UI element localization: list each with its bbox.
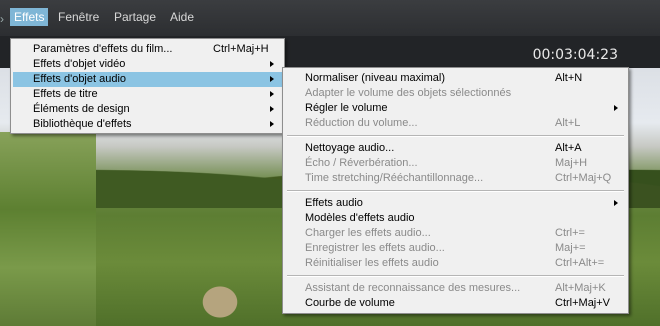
menu-item-elements-design[interactable]: Éléments de design bbox=[13, 102, 282, 117]
menu-item-effets-titre[interactable]: Effets de titre bbox=[13, 87, 282, 102]
menu-item-effets-audio[interactable]: Effets audio bbox=[285, 196, 626, 211]
menu-item-label: Régler le volume bbox=[305, 102, 388, 114]
menu-item-parametres-effets[interactable]: Paramètres d'effets du film... Ctrl+Maj+… bbox=[13, 42, 282, 57]
submenu-arrow-icon bbox=[270, 121, 274, 127]
submenu-arrow-icon bbox=[270, 61, 274, 67]
menu-item-shortcut: Alt+N bbox=[555, 72, 583, 84]
submenu-arrow-icon bbox=[614, 105, 618, 111]
menu-item-shortcut: Alt+L bbox=[555, 117, 581, 129]
menu-item-label: Enregistrer les effets audio... bbox=[305, 242, 445, 254]
menu-item-effets-objet-video[interactable]: Effets d'objet vidéo bbox=[13, 57, 282, 72]
menu-effets[interactable]: Effets bbox=[10, 8, 49, 26]
menu-item-shortcut: Alt+Maj+K bbox=[555, 282, 606, 294]
menu-item-shortcut: Alt+A bbox=[555, 142, 582, 154]
menu-item-shortcut: Ctrl+Maj+Q bbox=[555, 172, 612, 184]
menu-item-bibliotheque-effets[interactable]: Bibliothèque d'effets bbox=[13, 117, 282, 132]
menu-item-reinitialiser-effets[interactable]: Réinitialiser les effets audio Ctrl+Alt+… bbox=[285, 256, 626, 271]
menu-item-label: Modèles d'effets audio bbox=[305, 212, 415, 224]
menu-item-label: Effets d'objet audio bbox=[33, 73, 127, 85]
menu-item-label: Assistant de reconnaissance des mesures.… bbox=[305, 282, 521, 294]
menu-item-reduction-volume[interactable]: Réduction du volume... Alt+L bbox=[285, 116, 626, 131]
audio-effects-submenu: Normaliser (niveau maximal) Alt+N Adapte… bbox=[282, 67, 629, 314]
menu-item-modeles-effets-audio[interactable]: Modèles d'effets audio bbox=[285, 211, 626, 226]
menu-item-charger-effets[interactable]: Charger les effets audio... Ctrl+= bbox=[285, 226, 626, 241]
menu-item-time-stretching[interactable]: Time stretching/Rééchantillonnage... Ctr… bbox=[285, 171, 626, 186]
menu-item-label: Écho / Réverbération... bbox=[305, 157, 418, 169]
menu-item-adapter-volume[interactable]: Adapter le volume des objets sélectionné… bbox=[285, 86, 626, 101]
effets-menu: Paramètres d'effets du film... Ctrl+Maj+… bbox=[10, 38, 285, 134]
menu-item-label: Adapter le volume des objets sélectionné… bbox=[305, 87, 512, 99]
timecode: 00:03:04:23 bbox=[532, 47, 618, 63]
preview-left-panel bbox=[0, 132, 96, 326]
menu-item-label: Réinitialiser les effets audio bbox=[305, 257, 439, 269]
menu-item-label: Effets audio bbox=[305, 197, 363, 209]
menu-separator bbox=[287, 135, 624, 137]
menu-item-shortcut: Ctrl+Maj+V bbox=[555, 297, 611, 309]
menu-item-label: Normaliser (niveau maximal) bbox=[305, 72, 445, 84]
menu-fenetre[interactable]: Fenêtre bbox=[58, 10, 99, 24]
menu-separator bbox=[287, 190, 624, 192]
menu-item-echo-reverberation[interactable]: Écho / Réverbération... Maj+H bbox=[285, 156, 626, 171]
menu-separator bbox=[287, 275, 624, 277]
menu-item-label: Nettoyage audio... bbox=[305, 142, 395, 154]
submenu-arrow-icon bbox=[614, 200, 618, 206]
submenu-arrow-icon bbox=[270, 76, 274, 82]
menu-item-label: Effets de titre bbox=[33, 88, 98, 100]
menu-item-label: Bibliothèque d'effets bbox=[33, 118, 132, 130]
menu-item-label: Paramètres d'effets du film... bbox=[33, 43, 173, 55]
menu-item-nettoyage-audio[interactable]: Nettoyage audio... Alt+A bbox=[285, 141, 626, 156]
menu-item-effets-objet-audio[interactable]: Effets d'objet audio bbox=[13, 72, 282, 87]
menu-item-shortcut: Ctrl+Maj+H bbox=[213, 43, 269, 55]
menu-item-label: Éléments de design bbox=[33, 103, 130, 115]
submenu-arrow-icon bbox=[270, 91, 274, 97]
menu-item-shortcut: Maj+H bbox=[555, 157, 588, 169]
menu-partage[interactable]: Partage bbox=[114, 10, 156, 24]
menu-item-label: Time stretching/Rééchantillonnage... bbox=[305, 172, 484, 184]
menu-item-label: Effets d'objet vidéo bbox=[33, 58, 126, 70]
menu-item-courbe-volume[interactable]: Courbe de volume Ctrl+Maj+V bbox=[285, 296, 626, 311]
menu-item-shortcut: Ctrl+= bbox=[555, 227, 585, 239]
menu-item-shortcut: Ctrl+Alt+= bbox=[555, 257, 605, 269]
menu-item-assistant-mesures[interactable]: Assistant de reconnaissance des mesures.… bbox=[285, 281, 626, 296]
menu-item-label: Charger les effets audio... bbox=[305, 227, 431, 239]
submenu-arrow-icon bbox=[270, 106, 274, 112]
menu-item-shortcut: Maj+= bbox=[555, 242, 586, 254]
menu-aide[interactable]: Aide bbox=[170, 10, 194, 24]
menu-item-enregistrer-effets[interactable]: Enregistrer les effets audio... Maj+= bbox=[285, 241, 626, 256]
menu-bar-fade: › bbox=[0, 12, 4, 26]
menu-item-normaliser[interactable]: Normaliser (niveau maximal) Alt+N bbox=[285, 71, 626, 86]
menu-item-label: Courbe de volume bbox=[305, 297, 395, 309]
menu-item-label: Réduction du volume... bbox=[305, 117, 418, 129]
menu-item-regler-volume[interactable]: Régler le volume bbox=[285, 101, 626, 116]
menu-bar: › Effets Fenêtre Partage Aide bbox=[0, 0, 660, 36]
preview-path bbox=[180, 266, 260, 326]
